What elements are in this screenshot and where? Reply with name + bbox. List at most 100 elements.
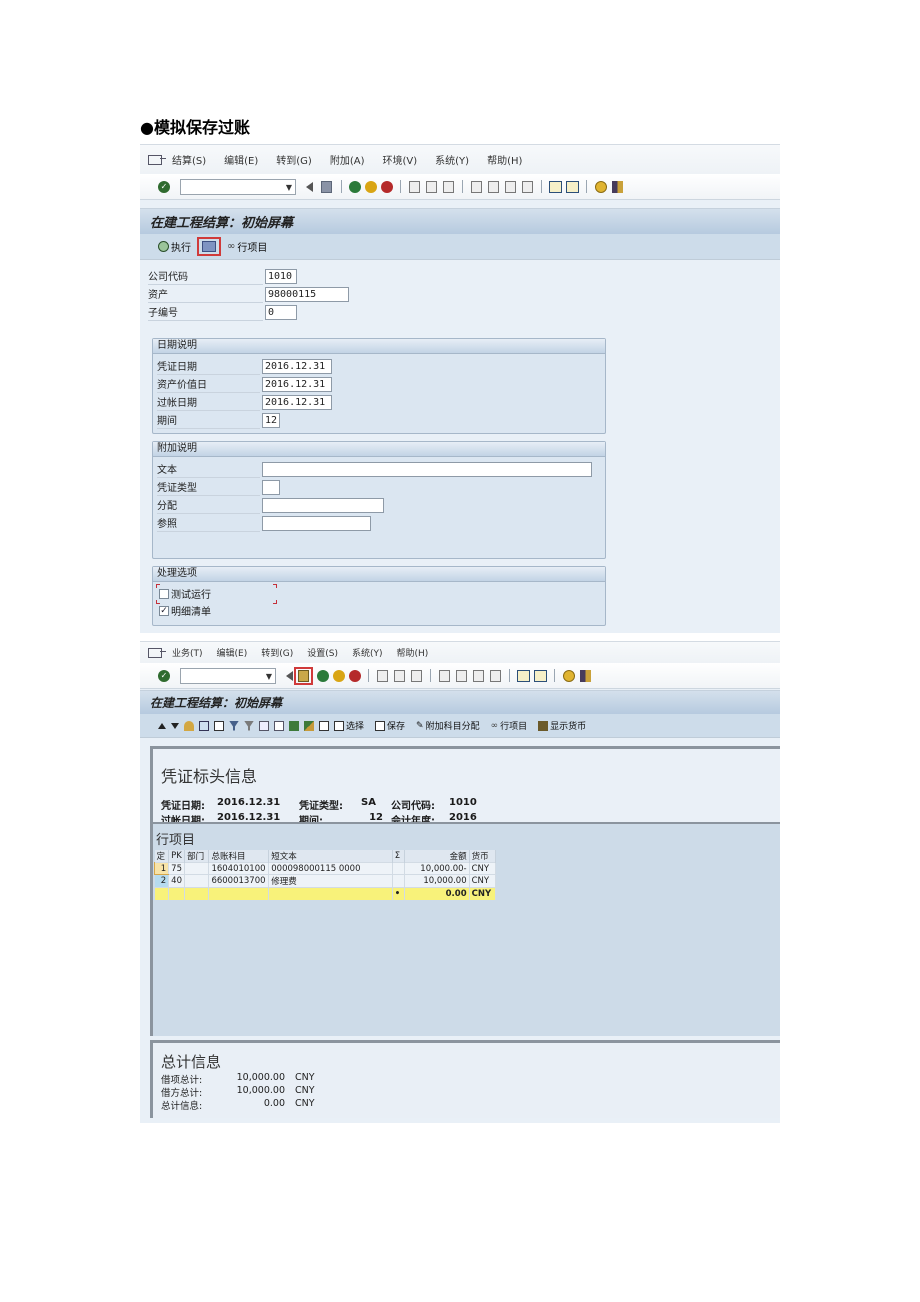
find-icon[interactable] [394, 669, 405, 682]
expand-icon[interactable] [259, 720, 269, 731]
doc-date-input[interactable]: 2016.12.31 [262, 358, 332, 374]
print-icon[interactable] [409, 180, 420, 193]
sort-ascending-icon[interactable] [158, 722, 166, 729]
select-button[interactable]: 选择 [334, 719, 364, 732]
assignment-input[interactable] [262, 497, 384, 513]
menu-settle[interactable]: 结算(S) [172, 152, 206, 167]
cancel-icon[interactable] [381, 180, 393, 193]
find-next-icon[interactable] [411, 669, 422, 682]
filter-icon[interactable] [229, 720, 239, 731]
col-header-gl-account[interactable]: 总账科目 [208, 850, 270, 863]
col-header-no[interactable]: 定 [154, 850, 170, 863]
col-header-amount[interactable]: 金额 [404, 850, 470, 863]
next-page-icon[interactable] [473, 669, 484, 682]
test-run-checkbox[interactable] [159, 588, 169, 599]
table-row[interactable]: 2 40 6600013700 修理费 10,000.00 CNY [154, 874, 497, 888]
company-code-input[interactable]: 1010 [265, 268, 297, 284]
col-header-short-text[interactable]: 短文本 [268, 850, 393, 863]
menu-help[interactable]: 帮助(H) [397, 646, 429, 659]
collapse-icon[interactable] [286, 670, 293, 681]
previous-page-icon[interactable] [488, 180, 499, 193]
col-header-dept[interactable]: 部门 [184, 850, 210, 863]
reference-input[interactable] [262, 515, 371, 531]
collapse-icon[interactable] [306, 181, 313, 192]
command-field[interactable]: ▼ [180, 667, 276, 684]
help-icon[interactable] [563, 669, 575, 682]
menu-transaction[interactable]: 业务(T) [172, 646, 203, 659]
save-icon[interactable] [321, 180, 332, 193]
menu-extras[interactable]: 附加(A) [330, 152, 365, 167]
row-number[interactable]: 2 [154, 874, 170, 888]
chevron-down-icon[interactable]: ▼ [266, 672, 272, 681]
line-items-button[interactable]: ∞ 行项目 [227, 239, 267, 254]
period-input[interactable]: 12 [262, 412, 280, 428]
print-preview-icon[interactable] [214, 720, 224, 731]
print-icon[interactable] [377, 669, 388, 682]
next-page-icon[interactable] [505, 180, 516, 193]
exit-icon[interactable] [333, 669, 345, 682]
save-layout-button[interactable]: 保存 [375, 719, 405, 732]
detail-list-option[interactable]: ✓ 明细清单 [159, 602, 605, 619]
menu-exit-icon[interactable] [148, 647, 166, 658]
menu-goto[interactable]: 转到(G) [261, 646, 293, 659]
collapse-all-icon[interactable] [274, 720, 284, 731]
value-date-input[interactable]: 2016.12.31 [262, 376, 332, 392]
acct-assignment-button[interactable]: ✎ 附加科目分配 [416, 719, 480, 733]
menu-edit[interactable]: 编辑(E) [224, 152, 258, 167]
enter-check-icon[interactable]: ✓ [158, 180, 170, 193]
exit-icon[interactable] [365, 180, 377, 193]
chevron-down-icon[interactable]: ▼ [286, 183, 292, 192]
menu-system[interactable]: 系统(Y) [435, 152, 469, 167]
layout-menu-icon[interactable] [612, 180, 623, 193]
command-field[interactable]: ▼ [180, 178, 296, 195]
row-number[interactable]: 1 [153, 862, 170, 875]
menu-settings[interactable]: 设置(S) [307, 646, 338, 659]
simulate-icon[interactable] [202, 241, 216, 252]
subnumber-input[interactable]: 0 [265, 304, 297, 320]
show-currency-button[interactable]: 显示货币 [538, 719, 586, 732]
cancel-icon[interactable] [349, 669, 361, 682]
find-icon[interactable] [426, 180, 437, 193]
col-header-currency[interactable]: 货币 [469, 850, 497, 863]
text-input[interactable] [262, 461, 592, 477]
menu-environment[interactable]: 环境(V) [383, 152, 418, 167]
asset-input[interactable]: 98000115 [265, 286, 349, 302]
new-session-icon[interactable] [517, 669, 530, 682]
layout-menu-icon[interactable] [580, 669, 591, 682]
back-icon[interactable] [349, 180, 361, 193]
find-next-icon[interactable] [443, 180, 454, 193]
menu-help[interactable]: 帮助(H) [487, 152, 522, 167]
col-header-pk[interactable]: PK [168, 850, 186, 863]
detail-list-checkbox[interactable]: ✓ [159, 605, 169, 616]
shortcut-icon[interactable] [566, 180, 579, 193]
shortcut-icon[interactable] [534, 669, 547, 682]
posting-date-input[interactable]: 2016.12.31 [262, 394, 332, 410]
delete-filter-icon[interactable] [244, 720, 254, 731]
new-session-icon[interactable] [549, 180, 562, 193]
table-row[interactable]: 1 75 1604010100 000098000115 0000 10,000… [153, 862, 497, 875]
change-layout-icon[interactable] [304, 720, 314, 731]
doc-type-input[interactable] [262, 479, 280, 495]
help-icon[interactable] [595, 180, 607, 193]
last-page-icon[interactable] [522, 180, 533, 193]
spreadsheet-icon[interactable] [289, 720, 299, 731]
menu-goto[interactable]: 转到(G) [276, 152, 312, 167]
details-icon[interactable] [199, 720, 209, 731]
user-icon[interactable] [184, 720, 194, 731]
last-page-icon[interactable] [490, 669, 501, 682]
first-page-icon[interactable] [471, 180, 482, 193]
menu-edit[interactable]: 编辑(E) [217, 646, 248, 659]
previous-page-icon[interactable] [456, 669, 467, 682]
line-items-button[interactable]: ∞ 行项目 [491, 719, 528, 733]
menu-exit-icon[interactable] [148, 154, 166, 165]
execute-button[interactable]: 执行 [158, 239, 191, 254]
copy-icon[interactable] [319, 720, 329, 731]
back-icon[interactable] [317, 669, 329, 682]
col-header-sigma[interactable]: Σ [392, 850, 405, 863]
first-page-icon[interactable] [439, 669, 450, 682]
save-icon[interactable] [298, 669, 309, 682]
sort-descending-icon[interactable] [171, 722, 179, 729]
enter-check-icon[interactable]: ✓ [158, 669, 170, 682]
menu-system[interactable]: 系统(Y) [352, 646, 383, 659]
test-run-option[interactable]: 测试运行 [156, 584, 277, 604]
